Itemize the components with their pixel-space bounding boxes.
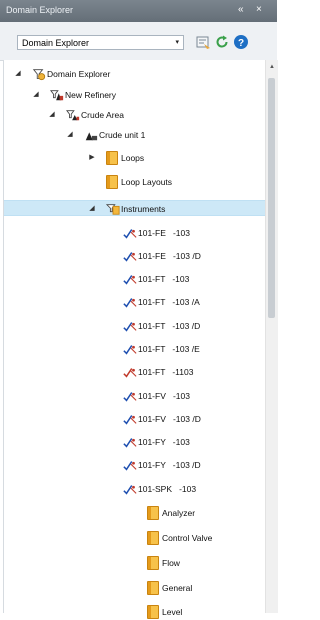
instrument-ok-icon (123, 295, 137, 309)
instrument-ok-icon (123, 226, 137, 240)
tree-node-label: Flow (162, 558, 180, 568)
tree-node-flow[interactable]: Flow (4, 555, 266, 571)
tree-node-label: General (162, 583, 193, 593)
tree-node-label: 101-FT -103 /D (138, 321, 201, 331)
tree-node-101-fv-103-d[interactable]: 101-FV -103 /D (4, 411, 266, 427)
tree-node-label: Level (162, 607, 183, 617)
collapse-icon[interactable]: ◢ (88, 204, 96, 212)
tree-node-label: Instruments (121, 204, 166, 214)
plant-icon (50, 88, 64, 102)
tree-node-crude-unit-1[interactable]: ◢ Crude unit 1 (4, 127, 266, 143)
folder-icon (147, 605, 159, 619)
tree-node-new-refinery[interactable]: ◢ New Refinery (4, 87, 266, 103)
tree-node-101-fe-103[interactable]: 101-FE -103 (4, 225, 266, 241)
instrument-ok-icon (123, 389, 137, 403)
tree-node-101-ft-103-a[interactable]: 101-FT -103 /A (4, 294, 266, 310)
tree-node-label: New Refinery (65, 90, 117, 100)
tree-node-instruments[interactable]: ◢ Instruments (4, 200, 266, 216)
tree-node-label: 101-SPK -103 (138, 484, 197, 494)
tree-node-label: 101-FY -103 /D (138, 460, 201, 470)
tree-node-general[interactable]: General (4, 580, 266, 596)
collapse-icon[interactable]: ◢ (66, 130, 74, 138)
explorer-dropdown[interactable]: Domain Explorer ▾ (17, 35, 184, 50)
tree-node-label: 101-FV -103 /D (138, 414, 201, 424)
scroll-up-icon[interactable]: ▲ (269, 64, 275, 70)
tree-node-crude-area[interactable]: ◢ Crude Area (4, 107, 266, 123)
tree-node-label: 101-FE -103 (138, 228, 190, 238)
tree-node-domain-explorer[interactable]: ◢ Domain Explorer (4, 66, 266, 82)
dropdown-value: Domain Explorer (22, 38, 90, 48)
filter-icon[interactable] (195, 34, 211, 50)
instrument-ok-icon (123, 342, 137, 356)
instrument-warn-icon (123, 365, 137, 379)
folder-icon (147, 581, 159, 595)
refresh-icon[interactable] (214, 34, 230, 50)
help-icon[interactable]: ? (233, 34, 249, 50)
tree-node-label: Crude Area (81, 110, 124, 120)
collapse-icon[interactable]: ◢ (32, 90, 40, 98)
close-button[interactable]: × (256, 4, 262, 16)
tree-node-label: Analyzer (162, 508, 196, 518)
vertical-scrollbar[interactable]: ▲ (265, 60, 278, 613)
instrument-ok-icon (123, 482, 137, 496)
window-titlebar: Domain Explorer « × (0, 0, 277, 22)
instrument-ok-icon (123, 458, 137, 472)
tree-node-101-ft-103-e[interactable]: 101-FT -103 /E (4, 341, 266, 357)
domain-icon (32, 67, 46, 81)
folder-icon (106, 175, 118, 189)
collapse-icon[interactable]: ◢ (48, 110, 56, 118)
chevron-down-icon: ▾ (175, 39, 179, 46)
tree-node-label: Domain Explorer (47, 69, 111, 79)
folder-icon (147, 556, 159, 570)
tree-node-101-ft-1103[interactable]: 101-FT -1103 (4, 364, 266, 380)
svg-text:?: ? (238, 38, 244, 49)
tree-node-label: Loops (121, 153, 145, 163)
instrument-ok-icon (123, 435, 137, 449)
tree-node-analyzer[interactable]: Analyzer (4, 505, 266, 521)
tree-node-control-valve[interactable]: Control Valve (4, 530, 266, 546)
tree-node-label: 101-FT -103 /A (138, 297, 200, 307)
tree-node-101-ft-103[interactable]: 101-FT -103 (4, 271, 266, 287)
instrument-ok-icon (123, 319, 137, 333)
instrument-ok-icon (123, 412, 137, 426)
tree-node-label: Control Valve (162, 533, 213, 543)
tree-node-101-fe-103-d[interactable]: 101-FE -103 /D (4, 248, 266, 264)
tree-node-101-fy-103-d[interactable]: 101-FY -103 /D (4, 457, 266, 473)
collapse-icon[interactable]: ◢ (14, 69, 22, 77)
scrollbar-thumb[interactable] (268, 78, 275, 318)
tree-node-label: 101-FE -103 /D (138, 251, 201, 261)
tree-node-label: 101-FT -103 /E (138, 344, 200, 354)
instrument-ok-icon (123, 249, 137, 263)
instruments-icon (105, 202, 120, 216)
instrument-ok-icon (123, 272, 137, 286)
tree-node-label: 101-FY -103 (138, 437, 190, 447)
tree-node-level[interactable]: Level (4, 604, 266, 620)
tree-node-101-ft-103-d[interactable]: 101-FT -103 /D (4, 318, 266, 334)
folder-icon (147, 531, 159, 545)
tree-node-101-fv-103[interactable]: 101-FV -103 (4, 388, 266, 404)
area-icon (66, 108, 80, 122)
pin-button[interactable]: « (238, 4, 244, 16)
tree-node-label: Crude unit 1 (99, 130, 146, 140)
tree-node-label: 101-FV -103 (138, 391, 190, 401)
window-title: Domain Explorer (6, 5, 74, 15)
folder-icon (147, 506, 159, 520)
tree-node-label: 101-FT -103 (138, 274, 190, 284)
unit-icon (84, 128, 98, 142)
expand-icon[interactable]: ▶ (88, 153, 96, 161)
toolbar: Domain Explorer ▾ ? (0, 22, 277, 61)
tree-node-loops[interactable]: ▶ Loops (4, 150, 266, 166)
tree-node-label: 101-FT -1103 (138, 367, 194, 377)
tree-node-label: Loop Layouts (121, 177, 173, 187)
tree-node-101-fy-103[interactable]: 101-FY -103 (4, 434, 266, 450)
tree-node-101-spk-103[interactable]: 101-SPK -103 (4, 481, 266, 497)
domain-tree: ◢ Domain Explorer ◢ New Refinery ◢ Crude Area… (3, 60, 266, 619)
tree-node-loop-layouts[interactable]: Loop Layouts (4, 174, 266, 190)
folder-icon (106, 151, 118, 165)
